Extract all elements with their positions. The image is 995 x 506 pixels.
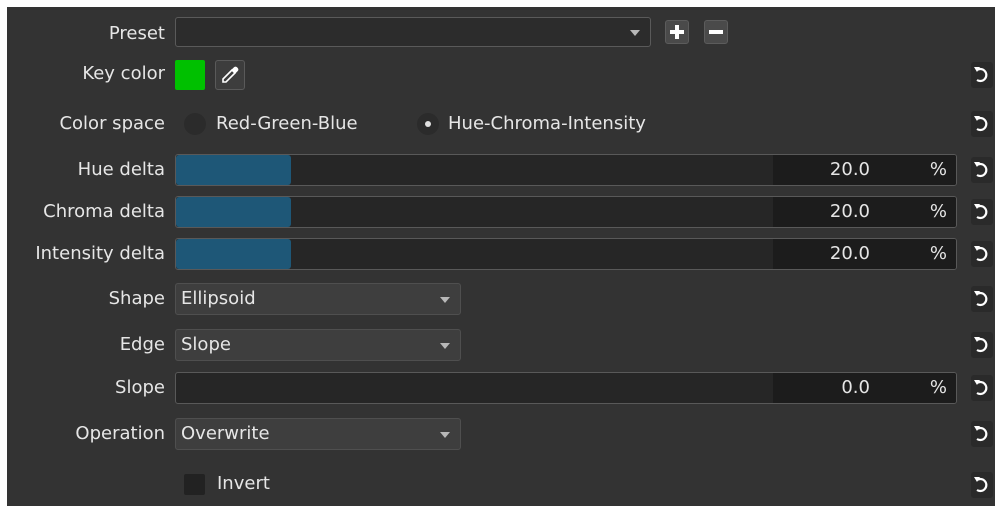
color-picker-button[interactable] <box>215 60 245 90</box>
edge-label: Edge <box>119 334 165 355</box>
key-color-reset-button[interactable] <box>971 62 993 88</box>
reset-icon <box>974 246 988 262</box>
intensity-delta-slider[interactable]: 20.0 % <box>175 238 957 270</box>
reset-icon <box>974 162 988 178</box>
value-field[interactable]: 20.0 % <box>773 197 956 227</box>
minus-icon <box>709 30 723 34</box>
preset-label: Preset <box>108 23 165 44</box>
chroma-delta-value: 20.0 <box>829 201 870 222</box>
intensity-delta-value: 20.0 <box>829 243 870 264</box>
invert-checkbox[interactable] <box>184 474 205 495</box>
value-field[interactable]: 20.0 % <box>773 155 956 185</box>
reset-icon <box>974 337 988 353</box>
chevron-down-icon <box>440 343 450 349</box>
invert-label: Invert <box>217 473 270 494</box>
hue-delta-slider[interactable]: 20.0 % <box>175 154 957 186</box>
chroma-delta-unit: % <box>929 201 947 222</box>
rgb-radio-label: Red-Green-Blue <box>216 113 358 134</box>
add-preset-button[interactable] <box>665 20 689 44</box>
color-space-label: Color space <box>59 113 165 134</box>
reset-icon <box>974 291 988 307</box>
hue-delta-label: Hue delta <box>77 159 165 180</box>
value-field[interactable]: 20.0 % <box>773 239 956 269</box>
hci-radio[interactable] <box>417 113 439 135</box>
chroma-delta-reset-button[interactable] <box>971 199 993 225</box>
slider-fill <box>176 155 291 185</box>
hci-radio-label: Hue-Chroma-Intensity <box>448 113 646 134</box>
operation-value: Overwrite <box>181 423 270 444</box>
chroma-delta-label: Chroma delta <box>43 201 165 222</box>
slider-fill <box>176 197 291 227</box>
reset-icon <box>974 116 988 132</box>
chevron-down-icon <box>440 297 450 303</box>
slope-unit: % <box>929 377 947 398</box>
eyedropper-icon <box>222 66 239 83</box>
hue-delta-unit: % <box>929 159 947 180</box>
invert-reset-button[interactable] <box>971 472 993 498</box>
reset-icon <box>974 67 988 83</box>
remove-preset-button[interactable] <box>704 20 728 44</box>
edge-value: Slope <box>181 334 231 355</box>
operation-dropdown[interactable]: Overwrite <box>175 418 461 450</box>
chevron-down-icon <box>440 432 450 438</box>
hue-delta-reset-button[interactable] <box>971 157 993 183</box>
intensity-delta-reset-button[interactable] <box>971 241 993 267</box>
slope-value: 0.0 <box>841 377 870 398</box>
slope-reset-button[interactable] <box>971 375 993 401</box>
operation-label: Operation <box>75 423 165 444</box>
rgb-radio[interactable] <box>184 113 206 135</box>
shape-dropdown[interactable]: Ellipsoid <box>175 283 461 315</box>
reset-icon <box>974 477 988 493</box>
key-color-label: Key color <box>82 63 165 84</box>
slider-fill <box>176 239 291 269</box>
shape-value: Ellipsoid <box>181 288 256 309</box>
preset-combo[interactable] <box>175 17 651 47</box>
key-color-swatch[interactable] <box>175 60 205 90</box>
chroma-delta-slider[interactable]: 20.0 % <box>175 196 957 228</box>
reset-icon <box>974 426 988 442</box>
reset-icon <box>974 204 988 220</box>
intensity-delta-label: Intensity delta <box>35 243 165 264</box>
operation-reset-button[interactable] <box>971 421 993 447</box>
reset-icon <box>974 380 988 396</box>
edge-dropdown[interactable]: Slope <box>175 329 461 361</box>
value-field[interactable]: 0.0 % <box>773 373 956 403</box>
hue-delta-value: 20.0 <box>829 159 870 180</box>
shape-label: Shape <box>108 288 165 309</box>
shape-reset-button[interactable] <box>971 286 993 312</box>
plus-icon <box>670 25 684 39</box>
chevron-down-icon <box>630 30 640 36</box>
intensity-delta-unit: % <box>929 243 947 264</box>
edge-reset-button[interactable] <box>971 332 993 358</box>
slope-slider[interactable]: 0.0 % <box>175 372 957 404</box>
color-space-reset-button[interactable] <box>971 111 993 137</box>
slope-label: Slope <box>115 377 165 398</box>
chroma-key-panel: Preset Key color Color space Red-Green-B… <box>7 7 995 506</box>
